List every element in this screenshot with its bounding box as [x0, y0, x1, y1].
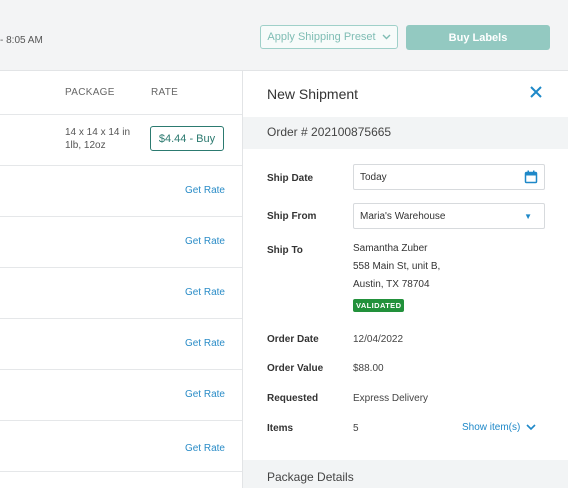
validated-badge: VALIDATED — [353, 299, 405, 312]
apply-preset-label: Apply Shipping Preset — [267, 31, 376, 43]
items-count: 5 — [353, 423, 359, 434]
ship-date-value: Today — [360, 172, 387, 183]
ship-to-label: Ship To — [267, 245, 303, 256]
recipient-name: Samantha Zuber — [353, 243, 428, 254]
ship-to-address: Samantha Zuber 558 Main St, unit B, Aust… — [353, 240, 440, 294]
package-details-title: Package Details — [267, 470, 354, 484]
table-row[interactable]: Get Rate — [0, 319, 242, 370]
orders-table: PACKAGE RATE 14 x 14 x 14 in 1lb, 12oz $… — [0, 71, 242, 488]
recipient-city: Austin, TX 78704 — [353, 279, 430, 290]
order-number-bar: Order # 202100875665 — [243, 117, 568, 149]
ship-from-select[interactable]: Maria's Warehouse ▼ — [353, 203, 545, 229]
order-value-label: Order Value — [267, 363, 324, 374]
column-header-package: PACKAGE — [65, 87, 115, 98]
order-date-value: 12/04/2022 — [353, 334, 404, 345]
table-row[interactable]: Get Rate — [0, 217, 242, 268]
chevron-down-icon — [382, 34, 391, 40]
show-items-label: Show item(s) — [462, 422, 521, 433]
show-items-toggle[interactable]: Show item(s) — [462, 422, 536, 433]
get-rate-link[interactable]: Get Rate — [185, 338, 225, 349]
calendar-icon[interactable] — [524, 170, 538, 184]
package-details-section: Package Details — [243, 460, 568, 488]
table-row[interactable]: Get Rate — [0, 166, 242, 217]
package-weight: 1lb, 12oz — [65, 140, 106, 151]
ship-date-field[interactable]: Today — [353, 164, 545, 190]
order-date-label: Order Date — [267, 334, 319, 345]
package-info: 14 x 14 x 14 in 1lb, 12oz — [65, 126, 130, 152]
buy-labels-button[interactable]: Buy Labels — [406, 25, 550, 50]
order-value-value: $88.00 — [353, 363, 384, 374]
requested-value: Express Delivery — [353, 393, 429, 404]
ship-from-label: Ship From — [267, 211, 317, 222]
panel-title: New Shipment — [267, 86, 359, 102]
order-time: - 8:05 AM — [0, 35, 43, 46]
get-rate-link[interactable]: Get Rate — [185, 185, 225, 196]
new-shipment-panel: New Shipment Order # 202100875665 Ship D… — [242, 71, 568, 488]
table-row[interactable]: Get Rate — [0, 421, 242, 472]
requested-label: Requested — [267, 393, 319, 404]
table-row[interactable]: 14 x 14 x 14 in 1lb, 12oz $4.44 - Buy — [0, 115, 242, 166]
package-dimensions: 14 x 14 x 14 in — [65, 127, 131, 138]
table-header: PACKAGE RATE — [0, 71, 242, 115]
apply-shipping-preset-button[interactable]: Apply Shipping Preset — [260, 25, 398, 49]
get-rate-link[interactable]: Get Rate — [185, 287, 225, 298]
chevron-down-icon — [526, 424, 536, 431]
get-rate-link[interactable]: Get Rate — [185, 389, 225, 400]
ship-date-label: Ship Date — [267, 173, 314, 184]
get-rate-link[interactable]: Get Rate — [185, 443, 225, 454]
column-header-rate: RATE — [151, 87, 179, 98]
recipient-street: 558 Main St, unit B, — [353, 261, 441, 272]
get-rate-link[interactable]: Get Rate — [185, 236, 225, 247]
buy-rate-button[interactable]: $4.44 - Buy — [150, 126, 224, 151]
items-label: Items — [267, 423, 294, 434]
caret-down-icon: ▼ — [524, 212, 532, 221]
ship-from-value: Maria's Warehouse — [360, 211, 446, 222]
table-row[interactable]: Get Rate — [0, 268, 242, 319]
table-row[interactable]: Get Rate — [0, 370, 242, 421]
order-number: Order # 202100875665 — [267, 125, 392, 139]
top-toolbar: - 8:05 AM Apply Shipping Preset Buy Labe… — [0, 0, 568, 71]
close-icon[interactable] — [529, 83, 543, 103]
